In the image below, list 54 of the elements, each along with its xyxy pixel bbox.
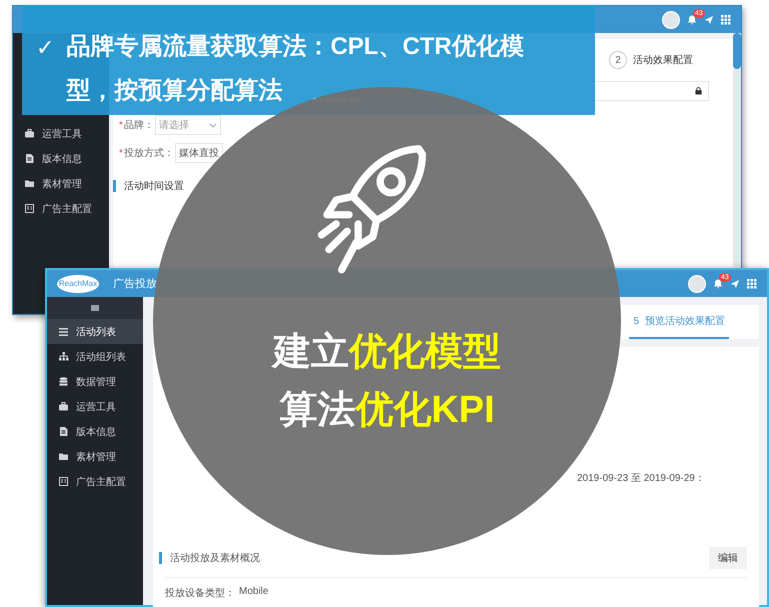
headline-text: 优化模型: [349, 330, 501, 375]
banner-text: 品牌专属流量获取算法：CPL、CTR优化模型，按预算分配算法: [66, 32, 525, 106]
field-label: 品牌：: [124, 119, 154, 132]
app-title: 广告投放: [113, 276, 157, 291]
list-icon: [59, 326, 69, 336]
step-label[interactable]: 活动效果配置: [633, 53, 693, 67]
chevron-down-icon: [208, 122, 217, 128]
required-mark: *: [119, 120, 123, 130]
field-value: Mobile: [239, 586, 268, 599]
step-number: 2: [609, 51, 627, 69]
sidebar-item[interactable]: 版本信息: [47, 419, 143, 444]
required-mark: *: [119, 148, 123, 158]
budget-period: 2019-09-23 至 2019-09-29：: [577, 472, 705, 485]
sidebar-item[interactable]: 运营工具: [47, 394, 143, 419]
document-icon: [25, 154, 35, 164]
section-marker: [113, 180, 116, 192]
sidebar-item[interactable]: 素材管理: [47, 444, 143, 469]
section-title: 活动时间设置: [124, 180, 184, 193]
document-icon: [59, 426, 69, 436]
sidebar-item[interactable]: 素材管理: [13, 171, 109, 196]
avatar[interactable]: [688, 274, 706, 292]
sidebar-item[interactable]: 广告主配置: [47, 469, 143, 494]
headline-text: 算法: [279, 388, 356, 433]
sidebar-item[interactable]: 活动列表: [47, 319, 143, 344]
sidebar-item[interactable]: 版本信息: [13, 146, 109, 171]
avatar[interactable]: [662, 10, 680, 28]
send-icon[interactable]: [730, 278, 740, 288]
section-title: 活动投放及素材概况: [170, 552, 260, 565]
sidebar-item[interactable]: 活动组列表: [47, 344, 143, 369]
sidebar-item[interactable]: 广告主配置: [13, 196, 109, 221]
check-mark: ✓: [36, 34, 54, 62]
lock-icon: [695, 87, 702, 95]
sidebar-item[interactable]: 运营工具: [13, 121, 109, 146]
folder-icon: [59, 452, 69, 462]
edit-button[interactable]: 编辑: [709, 547, 747, 569]
hierarchy-icon: [59, 352, 69, 362]
send-icon[interactable]: [704, 14, 714, 24]
id-card-icon: [59, 476, 69, 486]
headline-text: 优化KPI: [355, 388, 495, 433]
section-marker: [159, 552, 162, 564]
grid-icon[interactable]: [747, 278, 757, 288]
headline-text: 建立: [273, 330, 349, 375]
id-card-icon: [25, 204, 35, 214]
scrollbar[interactable]: [733, 33, 741, 267]
sidebar-item[interactable]: 数据管理: [47, 369, 143, 394]
folder-icon: [25, 178, 35, 188]
briefcase-icon: [59, 402, 69, 412]
database-icon: [59, 376, 69, 386]
grid-icon[interactable]: [721, 14, 731, 24]
briefcase-icon: [25, 128, 35, 138]
field-label: 投放设备类型：: [165, 586, 235, 600]
field-label: 投放方式：: [124, 146, 174, 160]
bell-icon[interactable]: [713, 278, 723, 289]
bell-icon[interactable]: [687, 14, 697, 25]
